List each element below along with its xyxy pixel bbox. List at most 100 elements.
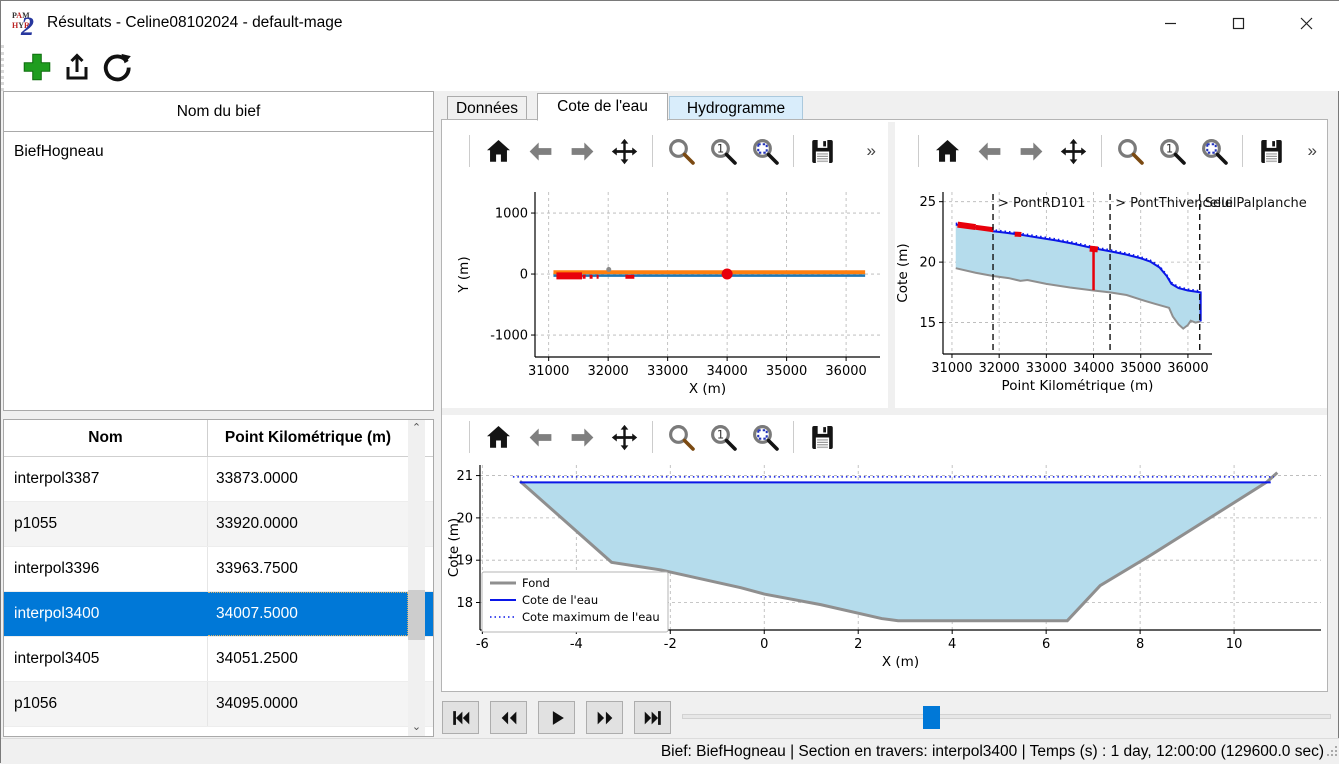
pan-icon[interactable] [608, 420, 640, 454]
svg-text:4: 4 [948, 637, 956, 652]
tab-cote-de-leau[interactable]: Cote de l'eau [537, 93, 668, 121]
close-button[interactable] [1272, 1, 1339, 45]
minimize-button[interactable] [1136, 1, 1204, 45]
toolbar-overflow-icon[interactable]: » [1308, 141, 1327, 161]
zoom-icon[interactable] [665, 134, 697, 168]
svg-text:2: 2 [854, 637, 862, 652]
window-title: Résultats - Celine08102024 - default-mag… [47, 14, 343, 32]
vertical-splitter[interactable] [888, 122, 895, 408]
time-slider[interactable] [682, 714, 1331, 719]
zoom-fit-icon[interactable] [1198, 134, 1230, 168]
svg-text:-4: -4 [570, 637, 583, 652]
play-button[interactable] [538, 701, 575, 734]
titlebar: PAMHYR2 Résultats - Celine08102024 - def… [1, 1, 1339, 45]
svg-text:36000: 36000 [825, 364, 866, 379]
scrollbar-thumb[interactable] [408, 590, 425, 640]
back-icon[interactable] [973, 134, 1005, 168]
svg-text:> PontRD101: > PontRD101 [998, 196, 1086, 211]
svg-text:32000: 32000 [978, 361, 1019, 376]
svg-text:35000: 35000 [766, 364, 807, 379]
resize-grip-icon[interactable] [1326, 744, 1338, 762]
time-slider-thumb[interactable] [923, 706, 940, 729]
zoom-icon[interactable] [1114, 134, 1146, 168]
section-en-travers-chart[interactable]: -6-4-2024681018192021X (m)Cote (m)FondCo… [446, 459, 1327, 691]
reload-button[interactable] [98, 49, 136, 87]
svg-text:1: 1 [716, 141, 723, 155]
zoom-one-icon[interactable]: 1 [707, 134, 739, 168]
maximize-button[interactable] [1204, 1, 1272, 45]
table-row[interactable]: interpol3405 34051.2500 [4, 637, 433, 682]
svg-text:34000: 34000 [1073, 361, 1114, 376]
zoom-fit-icon[interactable] [749, 420, 781, 454]
forward-icon[interactable] [566, 134, 598, 168]
time-player [441, 692, 1339, 738]
back-icon[interactable] [524, 420, 556, 454]
skip-end-button[interactable] [634, 701, 671, 734]
zoom-one-icon[interactable]: 1 [1156, 134, 1188, 168]
table-row-selected[interactable]: interpol3400 34007.5000 [4, 592, 433, 637]
plan-view-chart[interactable]: 310003200033000340003500036000-100001000… [446, 187, 886, 407]
export-button[interactable] [58, 49, 96, 87]
bief-list-item[interactable]: BiefHogneau [4, 132, 433, 172]
bief-list-panel: Nom du bief BiefHogneau [3, 91, 434, 411]
step-forward-button[interactable] [586, 701, 623, 734]
forward-icon[interactable] [566, 420, 598, 454]
column-header-pk[interactable]: Point Kilométrique (m) [208, 420, 408, 456]
column-header-nom[interactable]: Nom [4, 420, 208, 456]
save-icon[interactable] [1255, 134, 1287, 168]
svg-text:-1000: -1000 [490, 329, 528, 344]
save-icon[interactable] [806, 134, 838, 168]
zoom-fit-icon[interactable] [749, 134, 781, 168]
svg-text:Cote (m): Cote (m) [446, 518, 462, 577]
tab-page-cote-de-leau: 1 » 310003200033000340003500036000-10000… [441, 119, 1328, 692]
tab-donnees[interactable]: Données [447, 96, 527, 121]
export-icon [61, 51, 93, 86]
plot-toolbar-plan: 1 » [446, 128, 886, 174]
svg-text:X (m): X (m) [882, 654, 919, 670]
svg-text:1: 1 [716, 427, 723, 441]
zoom-icon[interactable] [665, 420, 697, 454]
svg-text:10: 10 [1226, 637, 1243, 652]
back-icon[interactable] [524, 134, 556, 168]
svg-text:6: 6 [1042, 637, 1050, 652]
svg-text:SeuilPalplanche: SeuilPalplanche [1205, 196, 1307, 211]
app-icon: PAMHYR2 [11, 9, 39, 37]
scroll-down-icon[interactable]: ⌄ [408, 719, 425, 736]
main-toolbar [1, 45, 1339, 91]
svg-text:35000: 35000 [1120, 361, 1161, 376]
skip-start-button[interactable] [442, 701, 479, 734]
table-header-row: Nom Point Kilométrique (m) [4, 420, 433, 457]
tab-hydrogramme[interactable]: Hydrogramme [669, 96, 803, 121]
svg-text:15: 15 [919, 316, 936, 331]
svg-text:Cote (m): Cote (m) [895, 243, 911, 302]
svg-text:-6: -6 [476, 637, 489, 652]
svg-text:Y (m): Y (m) [456, 256, 472, 293]
home-icon[interactable] [482, 134, 514, 168]
profil-en-long-chart[interactable]: > PontRD101> PontThivencelleSeuilPalplan… [895, 187, 1327, 407]
table-row[interactable]: p1056 34095.0000 [4, 682, 433, 727]
plot-toolbar-profil: 1 » [895, 128, 1327, 174]
home-icon[interactable] [482, 420, 514, 454]
svg-text:33000: 33000 [647, 364, 688, 379]
step-back-button[interactable] [490, 701, 527, 734]
status-text: Bief: BiefHogneau | Section en travers: … [661, 743, 1339, 761]
home-icon[interactable] [931, 134, 963, 168]
zoom-one-icon[interactable]: 1 [707, 420, 739, 454]
svg-text:31000: 31000 [931, 361, 972, 376]
svg-text:Cote de l'eau: Cote de l'eau [522, 593, 598, 607]
svg-text:Point Kilométrique (m): Point Kilométrique (m) [1002, 378, 1154, 394]
save-icon[interactable] [806, 420, 838, 454]
toolbar-overflow-icon[interactable]: » [867, 141, 886, 161]
pan-icon[interactable] [1057, 134, 1089, 168]
forward-icon[interactable] [1015, 134, 1047, 168]
add-plus-icon [20, 50, 54, 87]
add-button[interactable] [18, 49, 56, 87]
scroll-up-icon[interactable]: ⌃ [408, 420, 425, 437]
pan-icon[interactable] [608, 134, 640, 168]
table-row[interactable]: interpol3396 33963.7500 [4, 547, 433, 592]
table-scrollbar[interactable]: ⌃ ⌄ [408, 420, 425, 736]
reload-icon [100, 50, 134, 87]
table-row[interactable]: interpol3387 33873.0000 [4, 457, 433, 502]
svg-text:2: 2 [20, 12, 34, 37]
table-row[interactable]: p1055 33920.0000 [4, 502, 433, 547]
